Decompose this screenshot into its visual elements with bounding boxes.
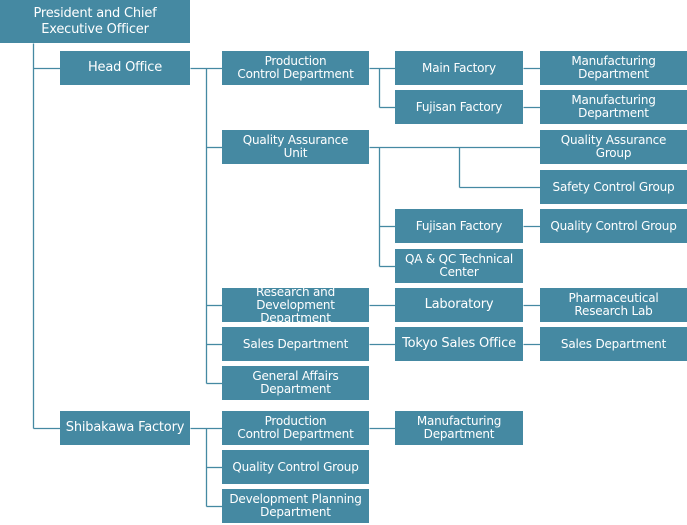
org-node-label: Tokyo Sales Office: [402, 336, 516, 351]
org-node-label: President and Chief Executive Officer: [33, 5, 157, 37]
org-node-label: Quality Assurance Group: [560, 133, 667, 160]
org-node-qaqc: QA & QC Technical Center: [395, 249, 523, 283]
org-node-ceo: President and Chief Executive Officer: [0, 0, 190, 43]
org-node-label: Fujisan Factory: [415, 218, 503, 233]
org-node-label: Shibakawa Factory: [65, 420, 185, 435]
org-node-label: Safety Control Group: [552, 179, 675, 194]
org-node-sales2: Sales Department: [540, 327, 687, 361]
org-node-head: Head Office: [60, 51, 190, 85]
org-node-label: Laboratory: [424, 297, 494, 312]
org-node-label: Sales Department: [242, 336, 349, 351]
org-node-rnd: Research and Development Department: [222, 284, 369, 325]
org-node-sales: Sales Department: [222, 327, 369, 361]
org-node-label: Fujisan Factory: [415, 99, 503, 114]
org-node-scg: Safety Control Group: [540, 170, 687, 204]
org-node-pharma: Pharmaceutical Research Lab: [540, 288, 687, 322]
org-node-label: Development Planning Department: [229, 492, 362, 519]
org-node-label: Main Factory: [422, 60, 496, 75]
org-node-label: Research and Development Department: [255, 284, 336, 325]
org-node-label: Manufacturing Department: [571, 54, 656, 81]
org-node-tokyo: Tokyo Sales Office: [395, 327, 523, 361]
org-node-label: QA & QC Technical Center: [405, 252, 513, 279]
org-node-lab: Laboratory: [395, 288, 523, 322]
org-node-qcg1: Quality Control Group: [540, 209, 687, 243]
org-node-label: General Affairs Department: [252, 369, 339, 396]
org-node-shiba: Shibakawa Factory: [60, 411, 190, 445]
org-node-qau: Quality Assurance Unit: [222, 130, 369, 164]
org-node-label: Pharmaceutical Research Lab: [568, 291, 659, 318]
org-node-ga: General Affairs Department: [222, 366, 369, 400]
org-node-prod: Production Control Department: [222, 51, 369, 85]
org-node-smanuf: Manufacturing Department: [395, 411, 523, 445]
org-node-label: Quality Assurance Unit: [242, 133, 349, 160]
org-node-main: Main Factory: [395, 51, 523, 85]
org-node-label: Quality Control Group: [550, 218, 677, 233]
org-node-qag: Quality Assurance Group: [540, 130, 687, 164]
org-node-label: Manufacturing Department: [571, 93, 656, 120]
org-node-label: Production Control Department: [237, 54, 354, 81]
org-node-label: Sales Department: [560, 336, 667, 351]
org-chart: President and Chief Executive Officer Hea…: [0, 0, 687, 525]
org-node-label: Manufacturing Department: [416, 414, 502, 441]
org-node-label: Production Control Department: [237, 414, 354, 441]
org-node-sqcg: Quality Control Group: [222, 450, 369, 484]
org-node-manuf1: Manufacturing Department: [540, 51, 687, 85]
org-node-sprod: Production Control Department: [222, 411, 369, 445]
org-node-fuji1: Fujisan Factory: [395, 90, 523, 124]
org-node-label: Head Office: [87, 60, 163, 75]
org-node-label: Quality Control Group: [232, 459, 359, 474]
org-node-fuji2: Fujisan Factory: [395, 209, 523, 243]
org-node-manuf2: Manufacturing Department: [540, 90, 687, 124]
org-node-sdev: Development Planning Department: [222, 489, 369, 523]
